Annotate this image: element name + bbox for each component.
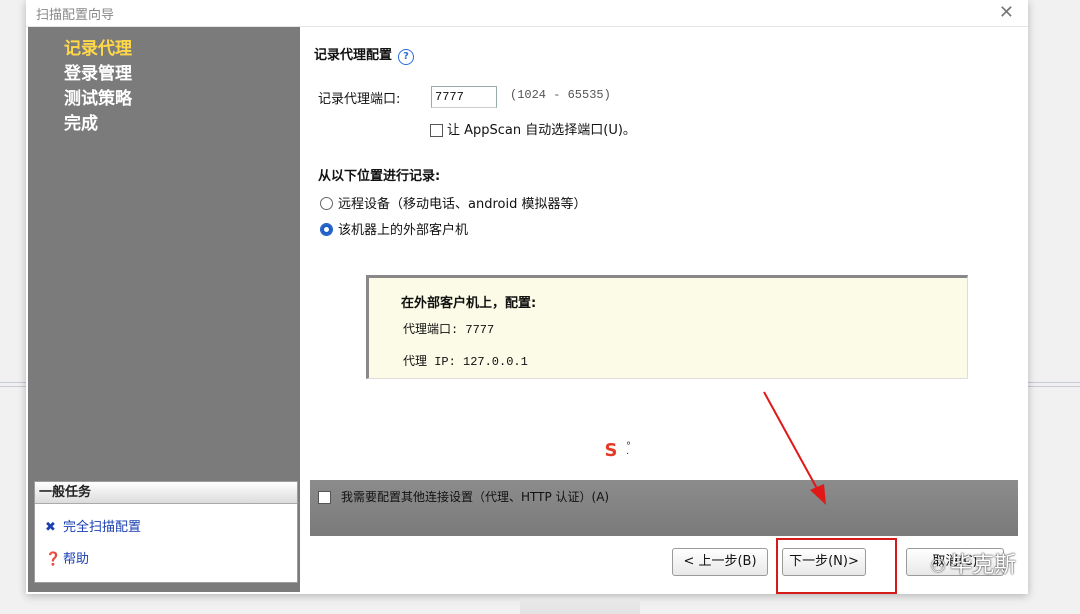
red-arrow-annotation	[763, 391, 826, 505]
watermark-text: 毕克斯	[950, 553, 1017, 578]
wechat-icon: ⚇	[930, 556, 947, 577]
background-decoration	[520, 598, 640, 614]
watermark: ⚇ 毕克斯	[930, 547, 1016, 579]
